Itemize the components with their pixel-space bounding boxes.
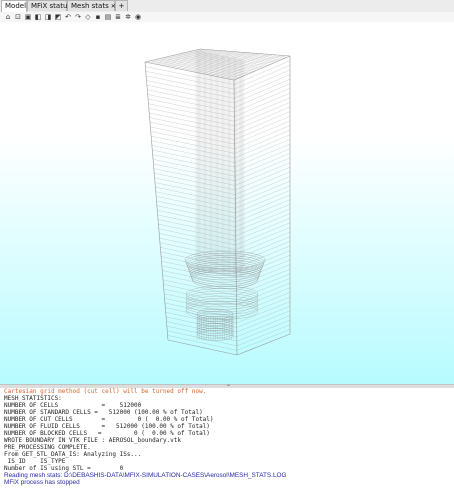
tab-mfix-status-label: MFiX status xyxy=(31,2,72,10)
visibility-icon[interactable]: ◉ xyxy=(134,13,142,21)
screenshot-icon[interactable]: ▪ xyxy=(94,13,102,21)
rotate-right-icon[interactable]: ↷ xyxy=(74,13,82,21)
tab-model-label: Model xyxy=(5,2,27,10)
console-line: PRE_PROCESSING COMPLETE. xyxy=(4,444,91,451)
axis-y-icon[interactable]: ◨ xyxy=(44,13,52,21)
tab-mesh-stats-label: Mesh stats xyxy=(71,2,109,10)
console-line: WROTE BOUNDARY IN VTK FILE : AEROSOL_bou… xyxy=(4,437,182,444)
add-tab-button[interactable]: + xyxy=(115,0,128,11)
console-line: From GET_STL_DATA_IS: Analyzing ISs... xyxy=(4,451,142,458)
console-line: Number of IS using STL = 0 xyxy=(4,465,124,472)
console-line: NUMBER OF STANDARD CELLS = 512000 (100.0… xyxy=(4,409,203,416)
console-line: MFiX process has stopped xyxy=(4,479,80,486)
tab-model[interactable]: Model xyxy=(1,0,27,12)
settings-icon[interactable]: ▤ xyxy=(104,13,112,21)
console-line: MESH STATISTICS: xyxy=(4,395,62,402)
zoom-fit-icon[interactable]: ⊡ xyxy=(14,13,22,21)
tab-mesh-stats[interactable]: Mesh stats ✕ xyxy=(67,0,116,11)
rotate-left-icon[interactable]: ↶ xyxy=(64,13,72,21)
mesh-wireframe xyxy=(144,48,291,356)
gear-icon[interactable]: ✲ xyxy=(124,13,132,21)
axis-x-icon[interactable]: ◧ xyxy=(34,13,42,21)
axis-z-icon[interactable]: ◩ xyxy=(54,13,62,21)
console-line: NUMBER OF CUT CELLS = 0 ( 0.00 % of Tota… xyxy=(4,416,214,423)
console-line: Reading mesh stats: D:\DEBASHIS-DATA\MFI… xyxy=(4,472,287,479)
console-line: IS_ID IS_TYPE xyxy=(4,458,66,465)
3d-viewport[interactable] xyxy=(0,22,454,384)
layers-icon[interactable]: ≣ xyxy=(114,13,122,21)
console-line: Cartesian grid method (cut cell) will be… xyxy=(4,388,207,395)
tab-mfix-status[interactable]: MFiX status xyxy=(27,0,71,11)
home-icon[interactable]: ⌂ xyxy=(4,13,12,21)
console-line: NUMBER OF CELLS = 512000 xyxy=(4,402,142,409)
perspective-icon[interactable]: ◇ xyxy=(84,13,92,21)
console-output: Cartesian grid method (cut cell) will be… xyxy=(0,388,454,500)
cube-view-icon[interactable]: ▣ xyxy=(24,13,32,21)
console-line: NUMBER OF FLUID CELLS = 512000 (100.00 %… xyxy=(4,423,210,430)
console-line: NUMBER OF BLOCKED CELLS = 0 ( 0.00 % of … xyxy=(4,430,210,437)
